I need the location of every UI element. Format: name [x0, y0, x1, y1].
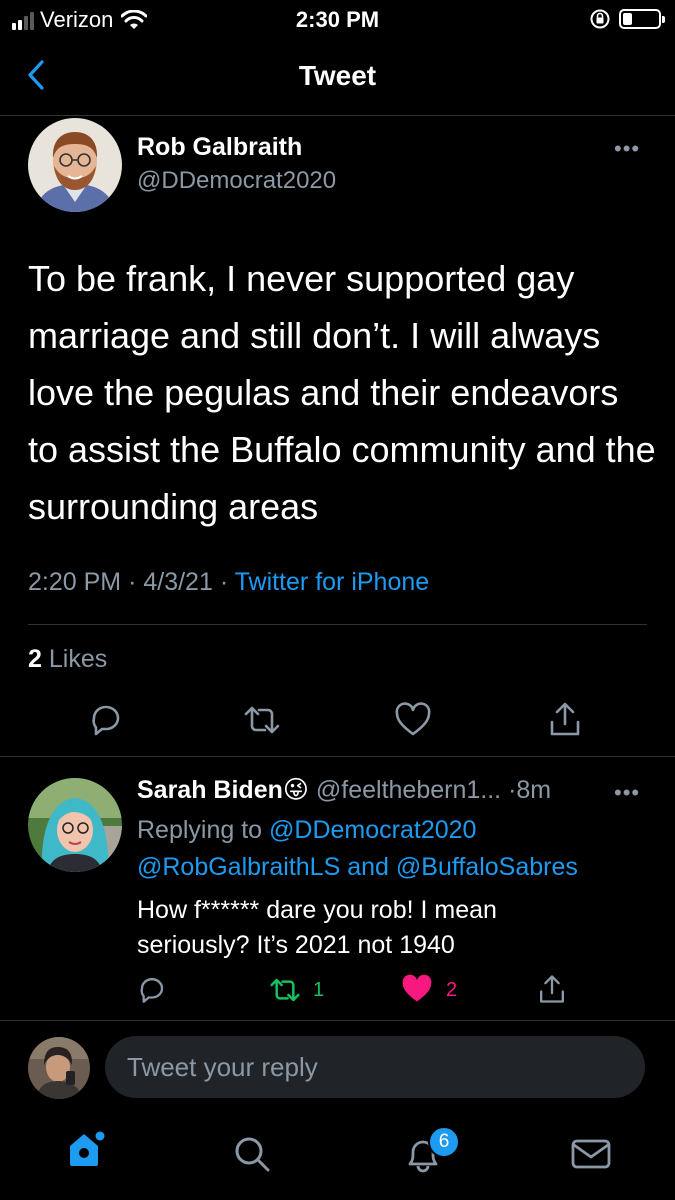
retweet-icon[interactable]	[242, 702, 282, 738]
divider	[28, 624, 647, 625]
retweet-count: 1	[313, 979, 325, 1001]
meta-separator: ·	[128, 568, 144, 596]
reply-header: Sarah Biden😜 @feelthebern1... ·8m	[137, 775, 551, 805]
retweet-icon[interactable]	[268, 975, 302, 1005]
reply-icon[interactable]	[137, 975, 167, 1005]
more-options-icon[interactable]: •••	[614, 136, 640, 162]
likes-count[interactable]: 2 Likes	[28, 645, 107, 674]
reply-input[interactable]	[127, 1051, 623, 1083]
reply-icon[interactable]	[88, 702, 124, 738]
author-avatar[interactable]	[28, 118, 122, 212]
replying-to-mention[interactable]: @BuffaloSabres	[396, 853, 578, 881]
replying-to-mention[interactable]: @DDemocrat2020	[269, 816, 476, 844]
tweet-time: 2:20 PM	[28, 568, 122, 596]
battery-icon	[619, 9, 665, 29]
liked-heart-icon[interactable]	[401, 974, 433, 1004]
reply-text: How f****** dare you rob! I mean serious…	[137, 896, 497, 959]
divider	[0, 1020, 675, 1021]
orientation-lock-icon	[590, 9, 610, 29]
replying-to: Replying to @DDemocrat2020 @RobGalbraith…	[137, 812, 578, 886]
meta-separator: ·	[219, 568, 235, 596]
tweet-date: 4/3/21	[143, 568, 213, 596]
like-count: 2	[446, 979, 458, 1001]
reply-author-avatar[interactable]	[28, 778, 122, 872]
home-tab-icon[interactable]	[64, 1126, 108, 1170]
status-bar: Verizon 2:30 PM	[0, 0, 675, 40]
reply-time: 8m	[516, 776, 552, 804]
share-icon[interactable]	[537, 973, 567, 1005]
likes-number: 2	[28, 645, 42, 673]
share-icon[interactable]	[547, 700, 583, 738]
messages-tab-icon[interactable]	[570, 1136, 612, 1172]
notifications-badge: 6	[428, 1126, 460, 1158]
divider	[0, 756, 675, 757]
reply-author-emoji: 😜	[282, 776, 309, 804]
author-handle[interactable]: @DDemocrat2020	[137, 167, 336, 195]
reply-composer[interactable]	[105, 1036, 645, 1098]
current-user-avatar[interactable]	[28, 1037, 90, 1099]
tweet-text: To be frank, I never supported gay marri…	[28, 258, 656, 527]
nav-header: Tweet	[0, 44, 675, 116]
search-tab-icon[interactable]	[232, 1134, 272, 1174]
replying-to-and: and	[347, 853, 389, 881]
like-heart-icon[interactable]	[394, 702, 432, 738]
status-time: 2:30 PM	[295, 7, 380, 32]
tweet-meta: 2:20 PM · 4/3/21 · Twitter for iPhone	[28, 568, 429, 597]
reply-more-options-icon[interactable]: •••	[614, 780, 640, 806]
tweet-source-link[interactable]: Twitter for iPhone	[235, 568, 430, 596]
page-title: Tweet	[298, 60, 377, 91]
author-name[interactable]: Rob Galbraith	[137, 133, 302, 162]
reply-author-handle[interactable]: @feelthebern1...	[316, 776, 501, 804]
replying-to-label: Replying to	[137, 816, 263, 844]
reply-author-name[interactable]: Sarah Biden	[137, 776, 283, 804]
likes-label: Likes	[48, 645, 108, 673]
replying-to-mention[interactable]: @RobGalbraithLS	[137, 853, 340, 881]
